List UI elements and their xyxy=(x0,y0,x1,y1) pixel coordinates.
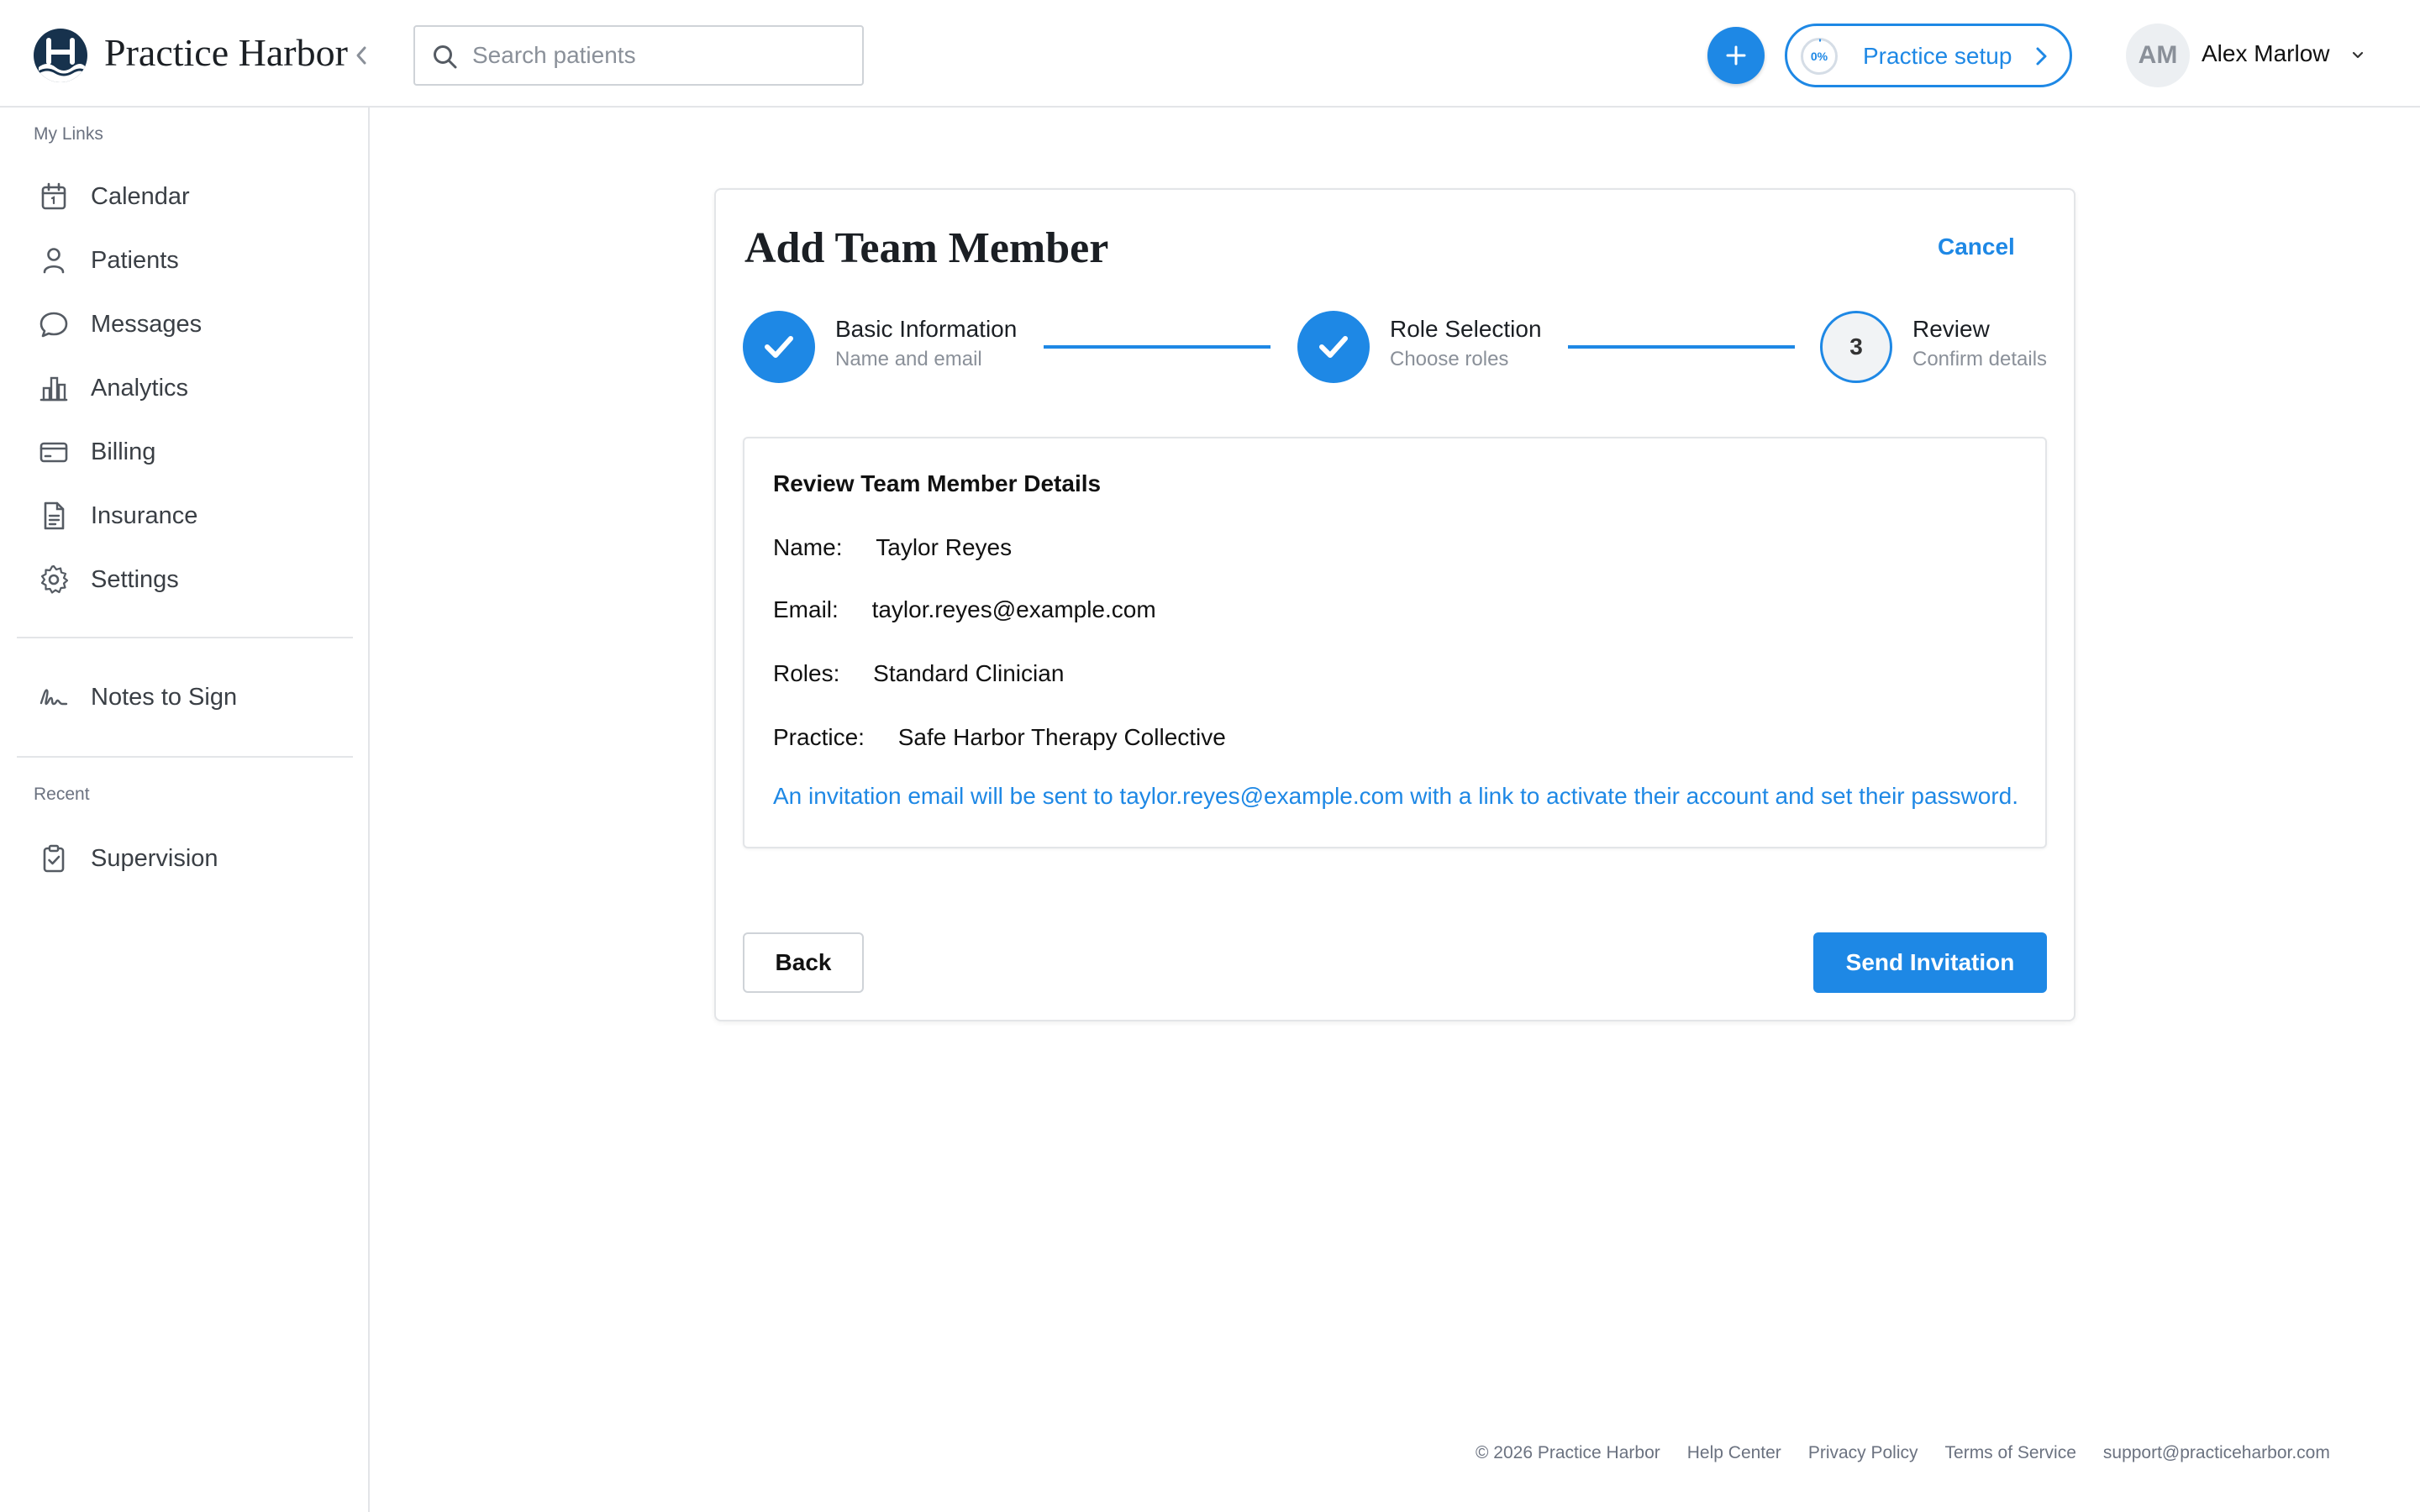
field-label: Name: xyxy=(773,534,843,560)
footer: © 2026 Practice Harbor Help Center Priva… xyxy=(1476,1441,2330,1465)
chevron-right-icon xyxy=(2036,47,2047,66)
sidebar: My Links Calendar Patients Messages Anal… xyxy=(0,108,370,1512)
sidebar-divider xyxy=(17,756,353,758)
sidebar-item-settings[interactable]: Settings xyxy=(17,553,353,606)
credit-card-icon xyxy=(39,442,68,463)
terms-of-service-link[interactable]: Terms of Service xyxy=(1945,1443,2076,1463)
progress-arc-icon xyxy=(1818,39,1822,42)
setup-progress-ring: 0% xyxy=(1801,38,1838,75)
clipboard-check-icon xyxy=(43,844,65,873)
sidebar-item-calendar[interactable]: Calendar xyxy=(17,170,353,223)
back-button[interactable]: Back xyxy=(743,932,864,993)
review-row-roles: Roles: Standard Clinician xyxy=(773,660,1064,687)
sidebar-item-patients[interactable]: Patients xyxy=(17,234,353,287)
plus-icon xyxy=(1726,45,1746,66)
review-details-panel: Review Team Member Details Name: Taylor … xyxy=(743,437,2047,848)
practice-setup-button[interactable]: 0% Practice setup xyxy=(1785,24,2072,87)
message-icon xyxy=(39,312,68,338)
field-value: Taylor Reyes xyxy=(876,534,1013,560)
field-label: Roles: xyxy=(773,660,840,686)
avatar[interactable]: AM xyxy=(2126,24,2190,87)
sidebar-item-insurance[interactable]: Insurance xyxy=(17,489,353,543)
collapse-sidebar-button[interactable] xyxy=(348,39,375,72)
review-row-email: Email: taylor.reyes@example.com xyxy=(773,596,1156,623)
sidebar-divider xyxy=(17,637,353,638)
support-email-link[interactable]: support@practiceharbor.com xyxy=(2103,1443,2330,1463)
cancel-button[interactable]: Cancel xyxy=(1938,234,2015,260)
top-bar: Practice Harbor 0% P xyxy=(0,0,2420,108)
step-2-complete-indicator xyxy=(1297,311,1370,383)
copyright-text: © 2026 Practice Harbor xyxy=(1476,1443,1660,1462)
calendar-icon xyxy=(41,182,66,210)
sidebar-item-notes-to-sign[interactable]: Notes to Sign xyxy=(17,670,353,724)
sidebar-item-label: Billing xyxy=(91,438,156,465)
checkmark-icon xyxy=(1319,336,1348,358)
signature-icon xyxy=(39,689,68,706)
review-row-name: Name: Taylor Reyes xyxy=(773,534,1012,561)
sidebar-item-label: Calendar xyxy=(91,182,190,210)
step-connector xyxy=(1044,345,1270,349)
brand-name: Practice Harbor xyxy=(104,31,348,74)
sidebar-item-billing[interactable]: Billing xyxy=(17,425,353,479)
field-label: Practice: xyxy=(773,724,865,750)
recent-label: Recent xyxy=(34,785,90,804)
review-heading: Review Team Member Details xyxy=(773,470,1102,496)
page-title: Add Team Member xyxy=(744,224,1109,272)
sidebar-item-label: Settings xyxy=(91,565,179,593)
search-input[interactable] xyxy=(472,34,842,77)
sidebar-item-label: Messages xyxy=(91,310,203,338)
app-root: Practice Harbor 0% P xyxy=(0,0,2420,1512)
sidebar-item-label: Insurance xyxy=(91,501,198,529)
sidebar-item-label: Analytics xyxy=(91,374,189,402)
sidebar-item-messages[interactable]: Messages xyxy=(17,297,353,351)
step-title: Role Selection xyxy=(1390,316,1542,342)
bar-chart-icon xyxy=(39,376,68,402)
search-box xyxy=(413,25,864,86)
field-value: Standard Clinician xyxy=(873,660,1065,686)
step-title: Review xyxy=(1912,316,1990,342)
add-team-member-dialog: Add Team Member Cancel Basic Information… xyxy=(714,188,2075,1021)
send-invitation-button[interactable]: Send Invitation xyxy=(1813,932,2047,993)
gear-icon xyxy=(40,564,69,594)
field-label: Email: xyxy=(773,596,839,622)
my-links-label: My Links xyxy=(34,124,103,144)
step-subtitle: Choose roles xyxy=(1390,348,1509,370)
step-3-current-indicator: 3 xyxy=(1820,311,1892,383)
field-value: Safe Harbor Therapy Collective xyxy=(897,724,1226,750)
search-icon xyxy=(434,45,457,69)
sidebar-item-label: Notes to Sign xyxy=(91,683,238,711)
logo-icon[interactable] xyxy=(34,29,87,82)
privacy-policy-link[interactable]: Privacy Policy xyxy=(1808,1443,1918,1463)
chevron-left-icon xyxy=(356,46,366,65)
chevron-down-icon[interactable] xyxy=(2349,47,2366,64)
document-icon xyxy=(44,501,65,530)
step-1-complete-indicator xyxy=(743,311,815,383)
add-button[interactable] xyxy=(1707,27,1765,84)
field-value: taylor.reyes@example.com xyxy=(871,596,1156,622)
checkmark-icon xyxy=(765,336,793,358)
user-icon xyxy=(43,248,65,274)
review-row-practice: Practice: Safe Harbor Therapy Collective xyxy=(773,724,1226,751)
sidebar-item-supervision[interactable]: Supervision xyxy=(17,832,353,885)
user-name[interactable]: Alex Marlow xyxy=(2202,40,2329,67)
step-title: Basic Information xyxy=(835,316,1018,342)
sidebar-item-analytics[interactable]: Analytics xyxy=(17,361,353,415)
step-connector xyxy=(1568,345,1795,349)
step-subtitle: Confirm details xyxy=(1912,348,2048,370)
sidebar-item-label: Supervision xyxy=(91,844,218,872)
invitation-notice: An invitation email will be sent to tayl… xyxy=(773,783,2019,809)
help-center-link[interactable]: Help Center xyxy=(1687,1443,1781,1463)
step-subtitle: Name and email xyxy=(835,348,982,370)
sidebar-item-label: Patients xyxy=(91,246,179,274)
setup-label: Practice setup xyxy=(1863,43,2012,69)
